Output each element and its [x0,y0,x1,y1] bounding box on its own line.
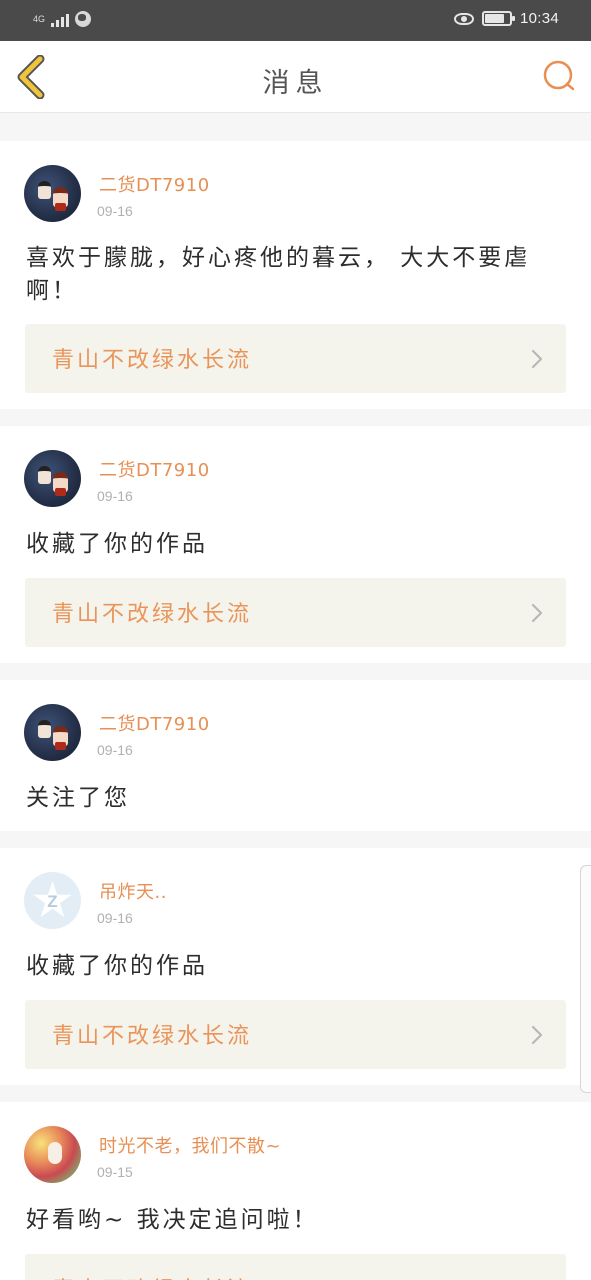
globe-icon [75,11,92,27]
message-date: 09-16 [97,742,133,758]
app-header: 消息 [0,41,591,113]
message-text: 喜欢于朦胧，好心疼他的暮云， 大大不要虐啊！ [26,245,531,304]
message-text: 好看哟~ 我决定追问啦！ [26,1207,319,1233]
message-text: 收藏了你的作品 [26,953,208,979]
message-item[interactable]: 二货DT7910 09-16 关注了您 [0,680,591,831]
username[interactable]: 二货DT7910 [99,456,210,482]
username[interactable]: 二货DT7910 [99,171,210,197]
username[interactable]: 吊炸天.. [99,878,167,904]
side-scroll-handle[interactable] [580,865,591,1093]
chevron-right-icon [531,349,543,369]
separator [0,831,591,848]
network-type: 4G [33,13,46,24]
message-list: 二货DT7910 09-16 喜欢于朦胧，好心疼他的暮云， 大大不要虐啊！ 青山… [0,113,591,1280]
work-link[interactable]: 青山不改绿水长流 [25,324,566,393]
message-date: 09-16 [97,488,133,504]
chevron-right-icon [531,1025,543,1045]
status-left-group: 4G [33,11,92,27]
page-title: 消息 [262,68,329,99]
message-text: 关注了您 [26,785,130,811]
message-item[interactable]: 二货DT7910 09-16 收藏了你的作品 青山不改绿水长流 [0,426,591,663]
work-title: 青山不改绿水长流 [52,602,253,627]
message-date: 09-15 [97,1164,133,1180]
username[interactable]: 二货DT7910 [99,710,210,736]
message-item[interactable]: 二货DT7910 09-16 喜欢于朦胧，好心疼他的暮云， 大大不要虐啊！ 青山… [0,141,591,409]
battery-icon [481,11,515,26]
separator [0,1085,591,1102]
list-top-gap [0,113,591,141]
status-right-group: 10:34 [453,10,559,27]
avatar[interactable] [24,165,81,222]
avatar[interactable] [24,450,81,507]
eye-comfort-icon [453,12,474,25]
work-title: 青山不改绿水长流 [52,348,253,373]
work-link[interactable]: 青山不改绿水长流 [25,578,566,647]
signal-icon [51,12,70,27]
separator [0,409,591,426]
work-title: 青山不改绿水长流 [52,1024,253,1049]
avatar[interactable]: ★ Z [24,872,81,929]
message-text: 收藏了你的作品 [26,531,208,557]
message-date: 09-16 [97,910,133,926]
work-title: 青山不改绿水长流 [52,1272,252,1280]
search-button[interactable] [541,58,577,94]
username[interactable]: 时光不老，我们不散~ [99,1132,281,1158]
status-time: 10:34 [519,10,559,27]
chevron-right-icon [531,603,543,623]
separator [0,663,591,680]
message-item[interactable]: ★ Z 吊炸天.. 09-16 收藏了你的作品 青山不改绿水长流 [0,848,591,1085]
message-item[interactable]: 时光不老，我们不散~ 09-15 好看哟~ 我决定追问啦！ 青山不改绿水长流 [0,1102,591,1280]
message-date: 09-16 [97,203,133,219]
avatar[interactable] [24,1126,81,1183]
search-icon [543,60,575,91]
avatar[interactable] [24,704,81,761]
work-link[interactable]: 青山不改绿水长流 [25,1254,566,1280]
work-link[interactable]: 青山不改绿水长流 [25,1000,566,1069]
status-bar: 4G 10:34 [0,0,591,41]
